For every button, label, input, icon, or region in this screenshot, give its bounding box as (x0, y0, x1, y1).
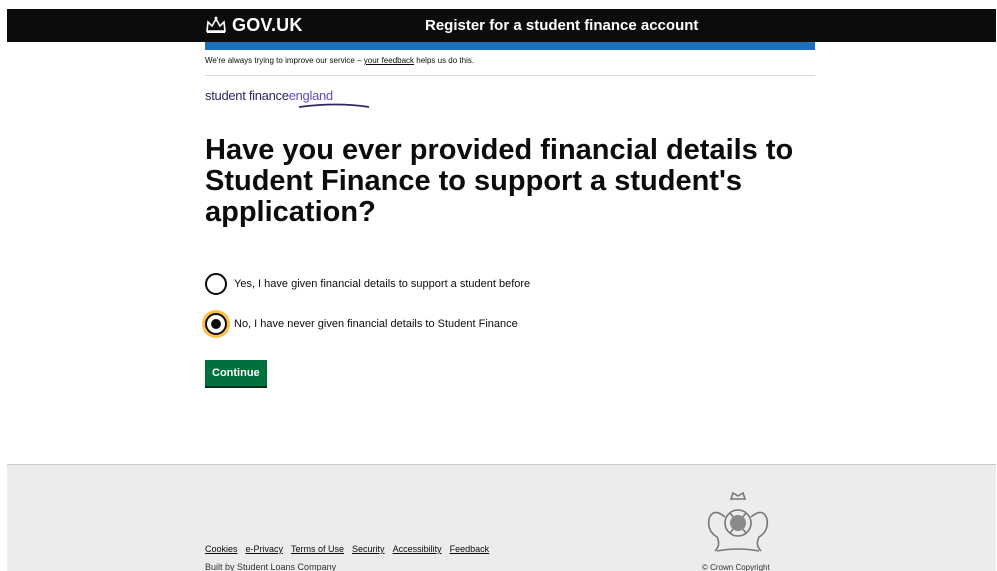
radio-label-no[interactable]: No, I have never given financial details… (234, 318, 518, 330)
feedback-banner: We're always trying to improve our servi… (205, 56, 815, 76)
swoosh-icon (298, 103, 370, 108)
radio-label-yes[interactable]: Yes, I have given financial details to s… (234, 278, 530, 290)
logo-text: GOV.UK (232, 14, 303, 35)
page-heading: Have you ever provided financial details… (205, 134, 794, 228)
crown-icon (206, 16, 226, 33)
footer-links: Cookies e-Privacy Terms of Use Security … (205, 544, 489, 554)
royal-coat-of-arms-icon (707, 491, 769, 552)
banner-text-before: We're always trying to improve our servi… (205, 56, 364, 65)
crown-copyright-link[interactable]: © Crown Copyright (702, 563, 770, 571)
radio-option-yes[interactable]: Yes, I have given financial details to s… (205, 273, 530, 295)
feedback-link[interactable]: your feedback (364, 56, 414, 65)
brand-student-finance: student finance (205, 88, 289, 103)
built-by-text: Built by Student Loans Company (205, 562, 337, 571)
govuk-header: GOV.UK Register for a student finance ac… (7, 9, 996, 42)
footer-link-eprivacy[interactable]: e-Privacy (246, 544, 284, 554)
student-finance-england-logo: student financeengland (205, 88, 370, 110)
govuk-logo-link[interactable]: GOV.UK (205, 14, 303, 36)
continue-button[interactable]: Continue (205, 360, 267, 386)
footer-link-cookies[interactable]: Cookies (205, 544, 238, 554)
footer: Cookies e-Privacy Terms of Use Security … (7, 464, 996, 571)
footer-link-feedback[interactable]: Feedback (450, 544, 490, 554)
footer-link-terms[interactable]: Terms of Use (291, 544, 344, 554)
radio-button-no[interactable] (205, 313, 227, 335)
radio-option-no[interactable]: No, I have never given financial details… (205, 313, 518, 335)
service-name-link[interactable]: Register for a student finance account (425, 17, 698, 34)
radio-button-yes[interactable] (205, 273, 227, 295)
page: GOV.UK Register for a student finance ac… (0, 0, 997, 571)
footer-link-accessibility[interactable]: Accessibility (393, 544, 442, 554)
header-blue-bar (205, 42, 815, 50)
footer-link-security[interactable]: Security (352, 544, 385, 554)
banner-text-after: helps us do this. (414, 56, 475, 65)
